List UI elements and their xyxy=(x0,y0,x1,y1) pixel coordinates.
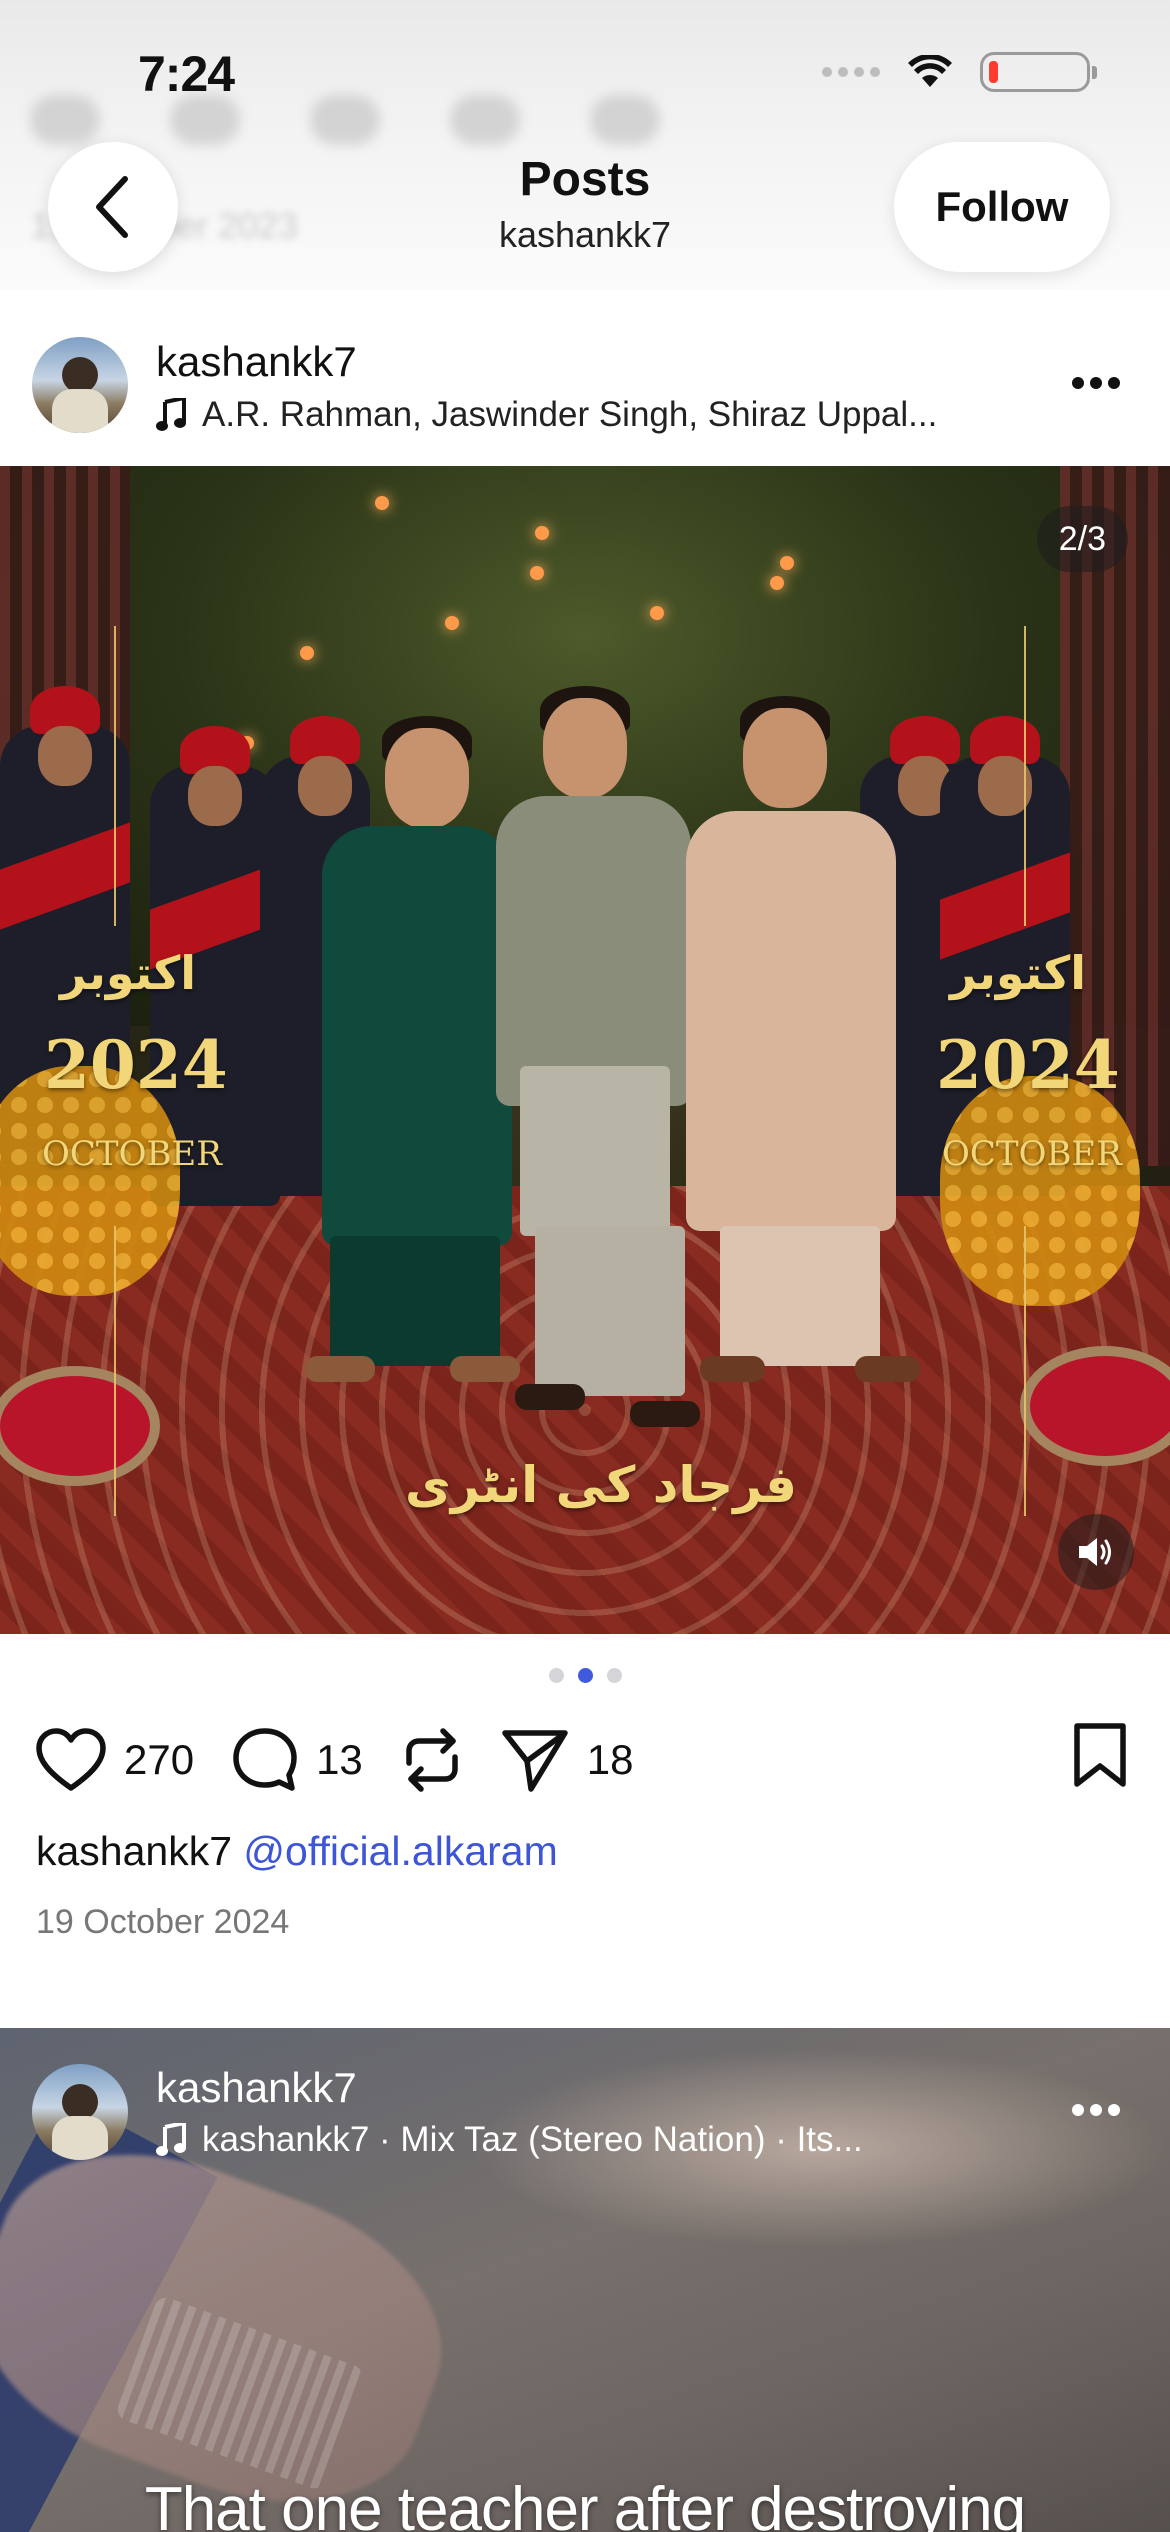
music-note-icon xyxy=(156,2123,186,2156)
avatar[interactable] xyxy=(32,2064,128,2160)
year-left: 2024 xyxy=(44,1026,228,1104)
urdu-month-right: اکتوبر xyxy=(950,946,1087,1000)
music-label: kashankk7 · Mix Taz (Stereo Nation) · It… xyxy=(202,2120,863,2159)
share-button[interactable]: 18 xyxy=(501,1727,634,1793)
year-right: 2024 xyxy=(936,1026,1120,1104)
post-music[interactable]: kashankk7 · Mix Taz (Stereo Nation) · It… xyxy=(156,2120,863,2160)
bookmark-icon xyxy=(1074,1723,1126,1787)
month-left: OCTOBER xyxy=(42,1134,222,1174)
follow-button[interactable]: Follow xyxy=(894,142,1110,272)
carousel-dot[interactable] xyxy=(606,1668,622,1683)
media-counter: 2/3 xyxy=(1036,506,1128,572)
more-options-button[interactable] xyxy=(1066,2080,1126,2140)
battery-icon xyxy=(980,52,1097,92)
send-icon xyxy=(502,1730,568,1792)
cellular-signal-icon xyxy=(822,67,880,77)
post-media-image[interactable]: اکتوبر 2024 OCTOBER اکتوبر 2024 OCTOBER … xyxy=(0,466,1170,1634)
backdrop-ghost-icons xyxy=(30,95,660,145)
urdu-caption: فرجاد کی انٹری xyxy=(405,1456,798,1514)
bookmark-button[interactable] xyxy=(1072,1722,1128,1793)
post-date: 19 October 2024 xyxy=(36,1903,290,1941)
more-options-button[interactable] xyxy=(1066,353,1126,413)
status-time: 7:24 xyxy=(138,46,235,102)
post-username[interactable]: kashankk7 xyxy=(156,2064,357,2112)
caption-username[interactable]: kashankk7 xyxy=(36,1828,232,1874)
sound-toggle-button[interactable] xyxy=(1058,1514,1134,1590)
more-horizontal-icon xyxy=(1072,377,1120,389)
heart-icon xyxy=(36,1728,106,1791)
music-note-icon xyxy=(156,398,186,431)
post-caption: kashankk7 @official.alkaram xyxy=(36,1828,558,1875)
comment-count: 13 xyxy=(316,1736,363,1783)
status-icons xyxy=(822,52,1097,92)
urdu-month-left: اکتوبر xyxy=(60,946,197,1000)
repost-button[interactable] xyxy=(401,1727,463,1793)
speaker-icon xyxy=(1079,1538,1111,1566)
wifi-icon xyxy=(908,55,952,87)
post-music[interactable]: A.R. Rahman, Jaswinder Singh, Shiraz Upp… xyxy=(156,395,937,435)
more-horizontal-icon xyxy=(1072,2104,1120,2116)
carousel-dot-active[interactable] xyxy=(577,1668,593,1683)
like-count: 270 xyxy=(124,1736,195,1783)
like-button[interactable]: 270 xyxy=(36,1728,194,1792)
repost-icon xyxy=(406,1728,458,1792)
share-count: 18 xyxy=(586,1736,634,1783)
post-username[interactable]: kashankk7 xyxy=(156,338,357,386)
video-overlay-text: That one teacher after destroying xyxy=(144,2475,1026,2532)
caption-mention-link[interactable]: @official.alkaram xyxy=(243,1828,557,1874)
comment-icon xyxy=(233,1728,297,1791)
carousel-dot[interactable] xyxy=(548,1668,564,1683)
avatar[interactable] xyxy=(32,337,128,433)
month-right: OCTOBER xyxy=(942,1134,1122,1174)
post-actions: 270 13 18 xyxy=(36,1720,672,1800)
music-label: A.R. Rahman, Jaswinder Singh, Shiraz Upp… xyxy=(202,395,938,434)
comment-button[interactable]: 13 xyxy=(232,1727,363,1793)
carousel-indicator xyxy=(0,1668,1170,1683)
